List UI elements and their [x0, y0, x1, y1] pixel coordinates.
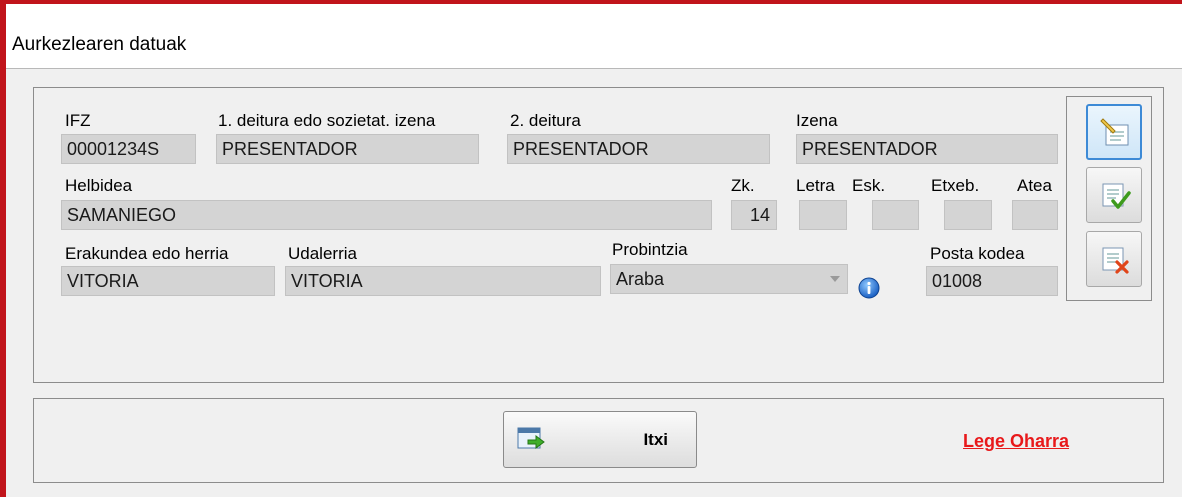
accept-icon	[1102, 183, 1131, 209]
close-button[interactable]: Itxi	[503, 411, 697, 468]
chevron-down-icon[interactable]	[830, 276, 840, 282]
municipality-label: Udalerria	[288, 244, 357, 263]
cancel-icon	[1102, 247, 1129, 274]
address-label: Helbidea	[65, 176, 133, 195]
presenter-data-group	[33, 87, 1164, 383]
postal-code-label: Posta kodea	[930, 244, 1025, 263]
edit-icon	[1100, 118, 1129, 146]
surname2-label: 2. deitura	[510, 111, 581, 130]
entity-label: Erakundea edo herria	[65, 244, 229, 263]
title-bar: Aurkezlearen datuak	[6, 4, 1182, 69]
accept-button[interactable]	[1086, 167, 1142, 223]
floor-label: Etxeb.	[931, 176, 980, 195]
province-value: Araba	[616, 269, 665, 289]
info-icon[interactable]	[858, 277, 880, 299]
stair-field[interactable]	[872, 200, 919, 230]
surname1-field[interactable]: PRESENTADOR	[216, 134, 479, 164]
letter-label: Letra	[796, 176, 835, 195]
window-title: Aurkezlearen datuak	[12, 34, 187, 55]
number-label: Zk.	[731, 176, 755, 195]
floor-field[interactable]	[944, 200, 992, 230]
door-label: Atea	[1017, 176, 1052, 195]
province-select[interactable]: Araba	[610, 264, 848, 294]
door-field[interactable]	[1012, 200, 1058, 230]
surname2-field[interactable]: PRESENTADOR	[507, 134, 770, 164]
close-label: Itxi	[643, 430, 668, 449]
edit-button[interactable]	[1086, 104, 1142, 160]
number-field[interactable]: 14	[731, 200, 777, 230]
ifz-label: IFZ	[65, 111, 91, 130]
cancel-button[interactable]	[1086, 231, 1142, 287]
province-label: Probintzia	[612, 240, 688, 259]
entity-field[interactable]: VITORIA	[61, 266, 275, 296]
legal-notice-link[interactable]: Lege Oharra	[963, 431, 1069, 452]
municipality-field[interactable]: VITORIA	[285, 266, 601, 296]
stair-label: Esk.	[852, 176, 886, 195]
ifz-field[interactable]: 00001234S	[61, 134, 196, 164]
address-field[interactable]: SAMANIEGO	[61, 200, 712, 230]
postal-code-field[interactable]: 01008	[926, 266, 1058, 296]
letter-field[interactable]	[799, 200, 847, 230]
name-label: Izena	[796, 111, 838, 130]
name-field[interactable]: PRESENTADOR	[796, 134, 1058, 164]
surname1-label: 1. deitura edo sozietat. izena	[218, 111, 436, 130]
exit-icon	[517, 427, 545, 449]
